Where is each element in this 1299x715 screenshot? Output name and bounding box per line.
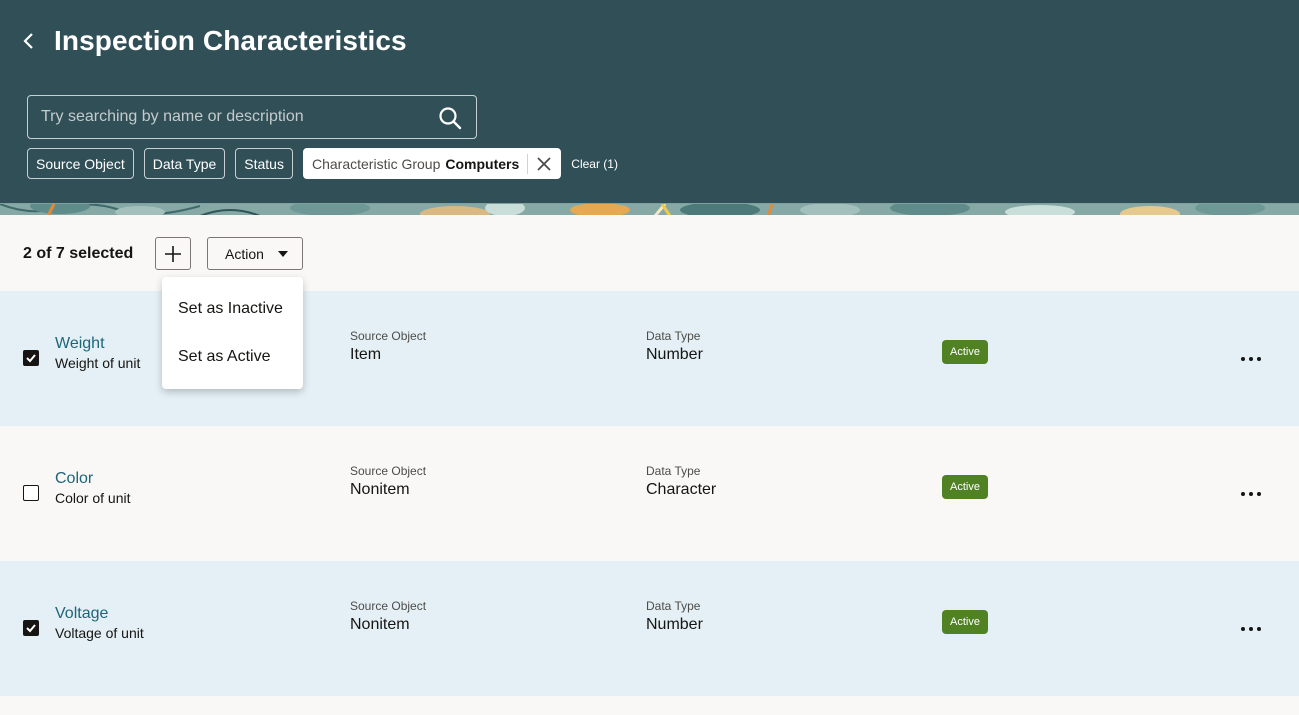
chevron-left-icon: [23, 33, 33, 49]
ellipsis-dot: [1249, 357, 1253, 361]
characteristic-name-link[interactable]: Voltage: [55, 605, 108, 623]
source-object-value: Nonitem: [350, 616, 410, 633]
status-badge: Active: [942, 610, 988, 634]
row-checkbox[interactable]: [23, 620, 39, 636]
action-label: Action: [225, 245, 264, 262]
more-actions-button[interactable]: [1232, 481, 1270, 507]
characteristic-name-link[interactable]: Color: [55, 470, 93, 488]
status-badge: Active: [942, 475, 988, 499]
status-badge: Active: [942, 340, 988, 364]
applied-filter-value: Computers: [445, 155, 520, 172]
clear-filters-link[interactable]: Clear (1): [571, 157, 618, 171]
source-object-label: Source Object: [350, 599, 427, 613]
characteristic-description: Voltage of unit: [55, 625, 144, 641]
more-actions-button[interactable]: [1232, 346, 1270, 372]
source-object-value: Item: [350, 346, 382, 363]
search-icon[interactable]: [438, 106, 462, 130]
action-menu-button[interactable]: Action: [207, 237, 303, 270]
data-type-value: Character: [646, 481, 717, 498]
data-type-label: Data Type: [646, 464, 701, 478]
row-checkbox[interactable]: [23, 485, 39, 501]
action-dropdown-menu: Set as Inactive Set as Active: [162, 277, 303, 389]
list-item[interactable]: Voltage Voltage of unit Source Object No…: [0, 561, 1299, 696]
source-object-label: Source Object: [350, 329, 427, 343]
row-checkbox[interactable]: [23, 350, 39, 366]
characteristic-description: Weight of unit: [55, 355, 141, 371]
filter-data-type[interactable]: Data Type: [143, 148, 226, 179]
ellipsis-dot: [1257, 492, 1261, 496]
source-object-value: Nonitem: [350, 481, 410, 498]
filter-label: Status: [244, 155, 284, 172]
applied-filter-characteristic-group[interactable]: Characteristic Group Computers: [302, 148, 562, 179]
search-box: [27, 95, 477, 139]
filter-label: Source Object: [36, 155, 125, 172]
ellipsis-dot: [1241, 357, 1245, 361]
ellipsis-dot: [1257, 627, 1261, 631]
caret-down-icon: [278, 251, 288, 257]
selection-count: 2 of 7 selected: [23, 245, 134, 262]
more-actions-button[interactable]: [1232, 616, 1270, 642]
characteristic-name-link[interactable]: Weight: [55, 335, 105, 353]
checkmark-icon: [26, 354, 36, 363]
filter-label: Data Type: [152, 155, 217, 172]
data-type-label: Data Type: [646, 599, 701, 613]
ellipsis-dot: [1249, 627, 1253, 631]
data-type-label: Data Type: [646, 329, 701, 343]
source-object-label: Source Object: [350, 464, 427, 478]
checkmark-icon: [26, 624, 36, 633]
banner-pattern: [0, 203, 1299, 215]
menu-item-set-inactive[interactable]: Set as Inactive: [162, 285, 303, 333]
close-icon: [537, 156, 551, 171]
back-button[interactable]: [16, 28, 42, 54]
data-type-value: Number: [646, 616, 703, 633]
page-header: Inspection Characteristics Source Object…: [0, 0, 1299, 203]
page-title: Inspection Characteristics: [54, 25, 407, 56]
applied-filter-label: Characteristic Group: [311, 155, 441, 172]
ellipsis-dot: [1257, 357, 1261, 361]
filter-source-object[interactable]: Source Object: [27, 148, 134, 179]
decorative-banner: [0, 203, 1299, 215]
filter-bar: Source Object Data Type Status Character…: [27, 148, 618, 179]
characteristic-description: Color of unit: [55, 490, 131, 506]
menu-item-set-active[interactable]: Set as Active: [162, 333, 303, 381]
ellipsis-dot: [1249, 492, 1253, 496]
ellipsis-dot: [1241, 492, 1245, 496]
plus-icon: [165, 245, 181, 262]
remove-filter-button[interactable]: [528, 148, 560, 179]
search-input[interactable]: [28, 96, 428, 138]
data-type-value: Number: [646, 346, 703, 363]
add-button[interactable]: [155, 237, 191, 270]
ellipsis-dot: [1241, 627, 1245, 631]
list-item[interactable]: Color Color of unit Source Object Nonite…: [0, 426, 1299, 561]
next-list-item-partial: [0, 696, 1299, 715]
filter-status[interactable]: Status: [235, 148, 293, 179]
